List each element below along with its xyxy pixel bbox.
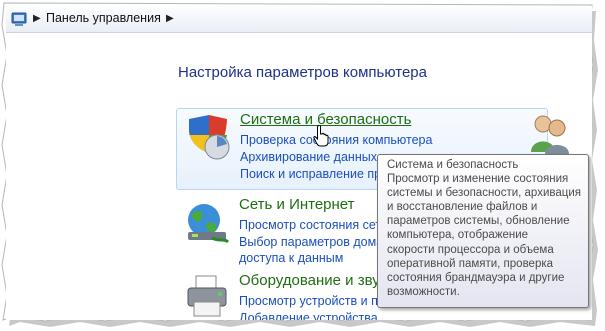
tooltip-system-security: Система и безопасность Просмотр и измене… [377, 154, 589, 308]
printer-icon [187, 275, 227, 317]
tooltip-line: системы и безопасности, архивация [387, 187, 581, 200]
tooltip-line: компьютера, отображение [387, 229, 529, 242]
page-title: Настройка параметров компьютера [178, 64, 427, 81]
tooltip-line: скорости процессора и объема [387, 243, 554, 256]
link-check-computer-status[interactable]: Проверка состояния компьютера [240, 133, 432, 147]
control-panel-window: ▶ Панель управления ▶ Настройка параметр… [6, 6, 592, 320]
tooltip-line: оперативной памяти, проверка [387, 257, 554, 270]
tooltip-line: возможности. [387, 285, 460, 298]
chevron-right-icon[interactable]: ▶ [33, 13, 41, 24]
control-panel-icon [11, 12, 27, 26]
network-globe-icon [188, 204, 230, 244]
address-bar[interactable]: ▶ Панель управления ▶ [6, 6, 592, 33]
tooltip-line: и восстановление файлов и [387, 201, 538, 214]
tooltip-line: состояния брандмауэра и другие [387, 271, 565, 284]
chevron-right-icon[interactable]: ▶ [166, 13, 174, 24]
hand-cursor-icon [313, 125, 329, 147]
category-title-hardware-sound[interactable]: Оборудование и звук [239, 272, 386, 289]
link-add-device[interactable]: Добавление устройства [239, 311, 378, 320]
tooltip-line: Просмотр и изменение состояния [387, 173, 569, 186]
category-title-network-internet[interactable]: Сеть и Интернет [239, 196, 355, 213]
user-accounts-icon[interactable] [529, 112, 569, 154]
breadcrumb-control-panel[interactable]: Панель управления [46, 11, 161, 25]
link-homegroup-options-cont[interactable]: доступа к данным [239, 251, 343, 265]
tooltip-line: Система и безопасность [387, 159, 519, 171]
shield-icon [189, 115, 230, 160]
tooltip-line: параметров системы, обновление [387, 215, 570, 228]
